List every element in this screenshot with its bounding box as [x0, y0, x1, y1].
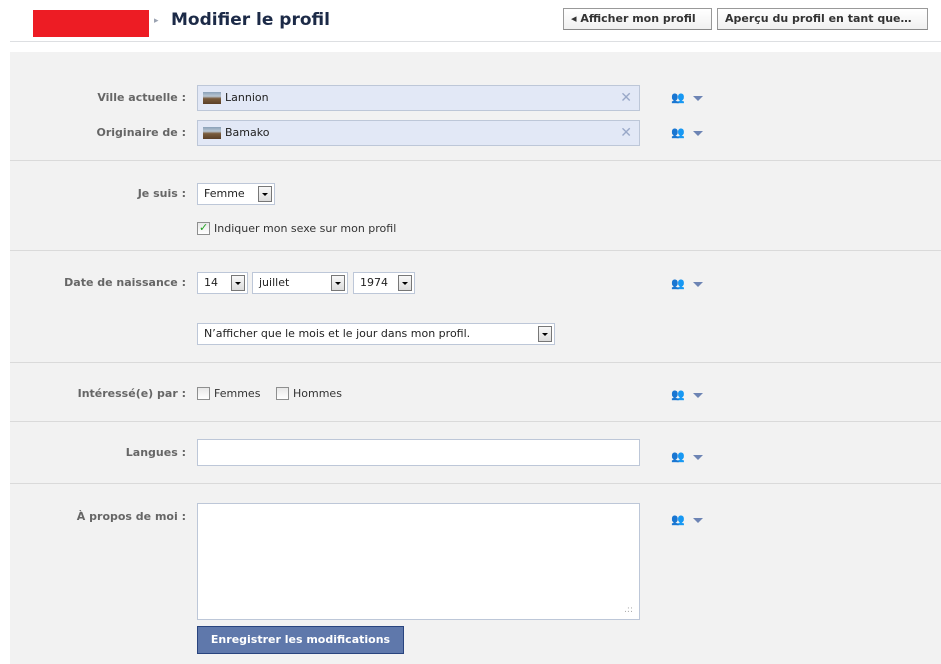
- divider: [10, 250, 941, 251]
- hometown-label: Originaire de :: [96, 126, 187, 139]
- hometown-value: Bamako: [225, 126, 270, 139]
- page-title: Modifier le profil: [171, 10, 330, 30]
- people-icon: 👥: [671, 450, 685, 463]
- about-me-label: À propos de moi :: [76, 510, 186, 523]
- interested-men-label: Hommes: [293, 387, 342, 400]
- current-city-privacy[interactable]: 👥: [671, 91, 707, 105]
- birth-year-select[interactable]: 1974: [353, 272, 415, 294]
- chevron-down-icon: [693, 96, 703, 101]
- divider: [10, 483, 941, 484]
- people-icon: 👥: [671, 277, 685, 290]
- people-icon: 👥: [671, 126, 685, 139]
- languages-input[interactable]: [197, 439, 640, 466]
- breadcrumb-arrow-icon: ▸: [154, 16, 159, 26]
- birthday-privacy[interactable]: 👥: [671, 277, 707, 291]
- languages-label: Langues :: [125, 446, 186, 459]
- sex-select-value: Femme: [204, 187, 245, 200]
- chevron-down-icon: [693, 282, 703, 287]
- people-icon: 👥: [671, 388, 685, 401]
- chevron-down-icon: [693, 393, 703, 398]
- people-icon: 👥: [671, 91, 685, 104]
- chevron-down-icon: [398, 275, 412, 291]
- interested-women-label: Femmes: [214, 387, 261, 400]
- view-profile-button[interactable]: ◂ Afficher mon profil: [563, 8, 712, 30]
- birthday-display-select[interactable]: N’afficher que le mois et le jour dans m…: [197, 323, 555, 345]
- about-me-textarea[interactable]: .::: [197, 503, 640, 620]
- hometown-privacy[interactable]: 👥: [671, 126, 707, 140]
- resize-grip-icon[interactable]: .::: [624, 606, 633, 615]
- current-city-field[interactable]: Lannion ✕: [197, 85, 640, 111]
- close-icon[interactable]: ✕: [620, 89, 632, 107]
- header-divider: [10, 41, 941, 42]
- people-icon: 👥: [671, 513, 685, 526]
- hometown-field[interactable]: Bamako ✕: [197, 120, 640, 146]
- birth-month-select[interactable]: juillet: [252, 272, 348, 294]
- show-sex-checkbox[interactable]: [197, 221, 210, 235]
- save-changes-button[interactable]: Enregistrer les modifications: [197, 626, 404, 654]
- divider: [10, 362, 941, 363]
- interested-men-checkbox[interactable]: [276, 387, 289, 400]
- birthday-label: Date de naissance :: [64, 276, 186, 289]
- current-city-value: Lannion: [225, 91, 269, 104]
- divider: [10, 160, 941, 161]
- chevron-down-icon: [693, 518, 703, 523]
- languages-privacy[interactable]: 👥: [671, 450, 707, 464]
- preview-profile-button[interactable]: Aperçu du profil en tant que…: [717, 8, 928, 30]
- interested-in-label: Intéressé(e) par :: [77, 387, 186, 400]
- chevron-down-icon: [693, 131, 703, 136]
- chevron-down-icon: [693, 455, 703, 460]
- show-sex-label: Indiquer mon sexe sur mon profil: [214, 222, 397, 235]
- chevron-down-icon: [331, 275, 345, 291]
- sex-label: Je suis :: [137, 187, 186, 200]
- redacted-name: [33, 10, 149, 37]
- birth-month-value: juillet: [259, 276, 290, 289]
- chevron-down-icon: [258, 186, 272, 202]
- about-me-privacy[interactable]: 👥: [671, 513, 707, 527]
- chevron-down-icon: [538, 326, 552, 342]
- close-icon[interactable]: ✕: [620, 124, 632, 142]
- current-city-label: Ville actuelle :: [97, 91, 186, 104]
- interested-women-checkbox[interactable]: [197, 387, 210, 400]
- chevron-down-icon: [231, 275, 245, 291]
- sex-select[interactable]: Femme: [197, 183, 275, 205]
- birth-year-value: 1974: [360, 276, 388, 289]
- birthday-display-value: N’afficher que le mois et le jour dans m…: [204, 327, 471, 340]
- location-thumbnail-icon: [203, 127, 221, 139]
- divider: [10, 421, 941, 422]
- location-thumbnail-icon: [203, 92, 221, 104]
- birth-day-value: 14: [204, 276, 218, 289]
- birth-day-select[interactable]: 14: [197, 272, 248, 294]
- interested-in-privacy[interactable]: 👥: [671, 388, 707, 402]
